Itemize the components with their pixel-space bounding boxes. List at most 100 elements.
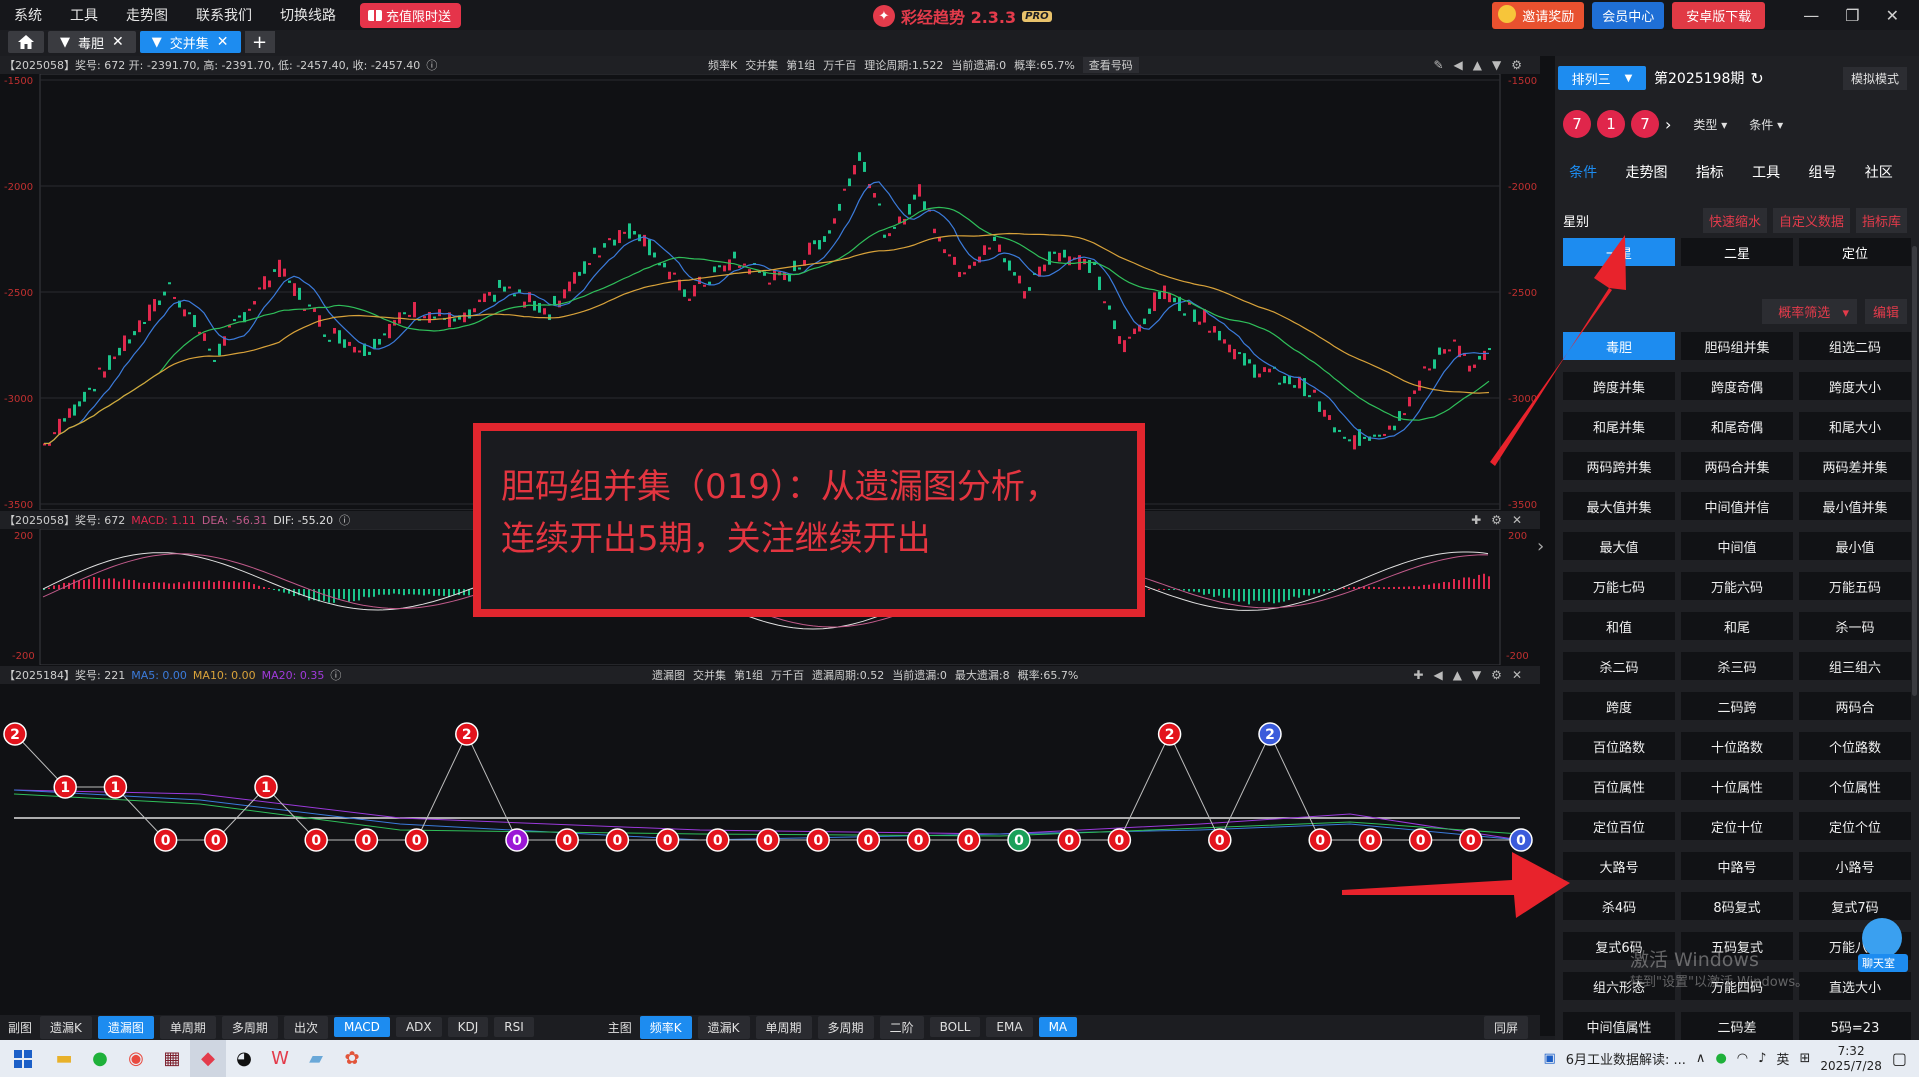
up-icon[interactable]: ▲	[1453, 668, 1462, 682]
mock-mode-button[interactable]: 模拟模式	[1842, 66, 1907, 90]
caijing-app-icon[interactable]: ◆	[190, 1040, 226, 1077]
close-window-icon[interactable]: ✕	[1886, 6, 1899, 25]
star-two[interactable]: 二星	[1681, 238, 1793, 266]
condition-button[interactable]: 二码跨	[1681, 692, 1793, 720]
tab-group[interactable]: 组号	[1808, 162, 1836, 182]
btn-appear-count[interactable]: 出次	[283, 1015, 328, 1039]
collapse-arrow-icon[interactable]: ›	[1537, 536, 1544, 557]
condition-button[interactable]: 中间值属性	[1563, 1012, 1675, 1040]
condition-button[interactable]: 两码合并集	[1681, 452, 1793, 480]
tray-app-icon[interactable]: ●	[1715, 1051, 1726, 1066]
condition-button[interactable]: 万能七码	[1563, 572, 1675, 600]
browser-icon[interactable]: ◉	[118, 1040, 154, 1077]
condition-button[interactable]: 小路号	[1799, 852, 1911, 880]
condition-dropdown[interactable]: 条件 ▾	[1749, 116, 1783, 133]
condition-button[interactable]: 两码差并集	[1799, 452, 1911, 480]
condition-button[interactable]: 最小值	[1799, 532, 1911, 560]
paint-icon[interactable]: ✿	[334, 1040, 370, 1077]
tab-jiaobingji[interactable]: ▼ 交并集 ✕	[139, 31, 241, 53]
btn-ma[interactable]: MA	[1038, 1017, 1078, 1037]
condition-button[interactable]: 万能五码	[1799, 572, 1911, 600]
condition-button[interactable]: 大路号	[1563, 852, 1675, 880]
menu-switch-line[interactable]: 切换线路	[266, 5, 350, 25]
condition-button[interactable]: 中路号	[1681, 852, 1793, 880]
condition-button[interactable]: 定位个位	[1799, 812, 1911, 840]
condition-button[interactable]: 和尾大小	[1799, 412, 1911, 440]
file-explorer-icon[interactable]: ▬	[46, 1040, 82, 1077]
promo-button[interactable]: 充值限时送	[360, 2, 462, 28]
tab-community[interactable]: 社区	[1865, 162, 1893, 182]
condition-button[interactable]: 杀三码	[1681, 652, 1793, 680]
condition-button[interactable]: 杀二码	[1563, 652, 1675, 680]
add-tab-button[interactable]: +	[244, 31, 275, 53]
news-text[interactable]: 6月工业数据解读: ...	[1566, 1049, 1686, 1068]
btn-macd[interactable]: MACD	[333, 1017, 390, 1037]
btn-single-cycle[interactable]: 单周期	[159, 1015, 216, 1039]
condition-button[interactable]: 跨度并集	[1563, 372, 1675, 400]
quick-shrink-button[interactable]: 快速缩水	[1702, 208, 1767, 233]
invite-button[interactable]: 邀请奖励	[1492, 1, 1585, 29]
restore-icon[interactable]: ❐	[1845, 6, 1859, 25]
wechat-icon[interactable]: ●	[82, 1040, 118, 1077]
condition-button[interactable]: 和值	[1563, 612, 1675, 640]
condition-button[interactable]: 胆码组并集	[1681, 332, 1793, 360]
condition-button[interactable]: 复式7码	[1799, 892, 1911, 920]
minimize-icon[interactable]: —	[1803, 6, 1819, 25]
help-icon[interactable]: ⓘ	[339, 512, 350, 528]
btn-kdj[interactable]: KDJ	[447, 1017, 489, 1037]
help-icon[interactable]: ⓘ	[330, 667, 341, 683]
condition-button[interactable]: 百位属性	[1563, 772, 1675, 800]
condition-button[interactable]: 和尾奇偶	[1681, 412, 1793, 440]
tab-condition[interactable]: 条件	[1569, 162, 1597, 182]
pin-icon[interactable]: ✚	[1471, 513, 1481, 527]
btn-adx[interactable]: ADX	[395, 1017, 442, 1037]
back-icon[interactable]: ◀	[1433, 668, 1442, 682]
condition-button[interactable]: 8码复式	[1681, 892, 1793, 920]
chat-room-button[interactable]: 聊天室	[1858, 918, 1908, 978]
condition-button[interactable]: 跨度大小	[1799, 372, 1911, 400]
condition-button[interactable]: 5码=23	[1799, 1012, 1911, 1040]
btn-single-cycle-main[interactable]: 单周期	[755, 1015, 812, 1039]
miss-chart[interactable]: 2 1 1 0 0 1 0 0 0 2 0 0 0 0 0 0 0 0 0 0 0 0 0 2 0 2 0 0 0 0 0	[0, 684, 1540, 1014]
settings-icon[interactable]: ⚙	[1491, 668, 1502, 682]
btn-same-screen[interactable]: 同屏	[1483, 1015, 1528, 1039]
condition-button[interactable]: 和尾并集	[1563, 412, 1675, 440]
condition-button[interactable]: 最大值并集	[1563, 492, 1675, 520]
probability-filter-button[interactable]: 概率筛选 ▾	[1762, 299, 1857, 324]
condition-button[interactable]: 个位属性	[1799, 772, 1911, 800]
notification-icon[interactable]: ▢	[1892, 1049, 1907, 1068]
tab-dudan[interactable]: ▼ 毒胆 ✕	[48, 31, 136, 53]
refresh-icon[interactable]: ↻	[1750, 69, 1763, 88]
help-icon[interactable]: ⓘ	[426, 57, 437, 73]
btn-freq-k[interactable]: 频率K	[639, 1015, 692, 1039]
down-icon[interactable]: ▼	[1472, 668, 1481, 682]
condition-button[interactable]: 百位路数	[1563, 732, 1675, 760]
condition-button[interactable]: 万能六码	[1681, 572, 1793, 600]
btn-ema[interactable]: EMA	[986, 1017, 1033, 1037]
btn-multi-cycle-main[interactable]: 多周期	[817, 1015, 874, 1039]
condition-button[interactable]: 定位十位	[1681, 812, 1793, 840]
wps-icon[interactable]: W	[262, 1040, 298, 1077]
tab-trend[interactable]: 走势图	[1625, 162, 1667, 182]
settings-icon[interactable]: ⚙	[1491, 513, 1502, 527]
btn-miss-chart[interactable]: 遗漏图	[97, 1015, 154, 1039]
close-icon[interactable]: ✕	[1512, 668, 1522, 682]
condition-button[interactable]: 跨度	[1563, 692, 1675, 720]
notes-icon[interactable]: ▰	[298, 1040, 334, 1077]
btn-rsi[interactable]: RSI	[494, 1017, 534, 1037]
condition-button[interactable]: 中间值并信	[1681, 492, 1793, 520]
type-dropdown[interactable]: 类型 ▾	[1693, 116, 1727, 133]
condition-button[interactable]: 杀4码	[1563, 892, 1675, 920]
edit-button[interactable]: 编辑	[1864, 299, 1907, 324]
condition-button[interactable]: 最小值并集	[1799, 492, 1911, 520]
network-icon[interactable]: ◠	[1737, 1051, 1748, 1066]
btn-second-order[interactable]: 二阶	[879, 1015, 924, 1039]
condition-button[interactable]: 和尾	[1681, 612, 1793, 640]
view-numbers-button[interactable]: 查看号码	[1082, 57, 1139, 73]
app-icon-w[interactable]: ▦	[154, 1040, 190, 1077]
condition-button[interactable]: 十位属性	[1681, 772, 1793, 800]
clock[interactable]: 7:32 2025/7/28	[1820, 1044, 1882, 1074]
indicator-lib-button[interactable]: 指标库	[1855, 208, 1907, 233]
condition-button[interactable]: 个位路数	[1799, 732, 1911, 760]
qq-icon[interactable]: ◕	[226, 1040, 262, 1077]
